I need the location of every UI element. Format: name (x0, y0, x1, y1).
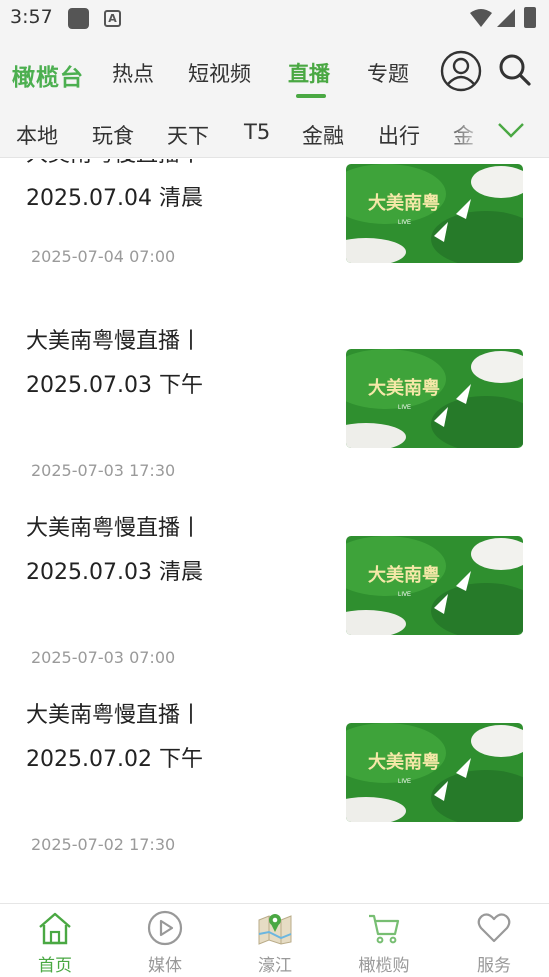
status-bar: 3:57 A (0, 0, 549, 36)
svg-text:大美南粤: 大美南粤 (368, 377, 440, 398)
channel-bar: 本地 玩食 天下 T5 金融 出行 金 (0, 102, 549, 158)
tab-hot[interactable]: 热点 (112, 58, 154, 88)
battery-icon (524, 7, 536, 28)
bottom-nav-label: 首页 (38, 956, 72, 976)
list-item[interactable]: 大美南粤慢直播丨 2025.07.04 清晨 2025-07-04 07:00 … (0, 159, 549, 320)
item-title: 大美南粤慢直播丨 2025.07.03 下午 (26, 329, 203, 398)
video-thumbnail: 大美南粤 LIVE (346, 723, 523, 822)
heart-icon (477, 913, 511, 943)
item-title: 大美南粤慢直播丨 2025.07.03 清晨 (26, 516, 203, 585)
tab-short-video[interactable]: 短视频 (188, 58, 251, 88)
svg-text:大美南粤: 大美南粤 (368, 564, 440, 585)
video-thumbnail: 大美南粤 LIVE (346, 349, 523, 448)
keyboard-notification-icon: A (104, 10, 121, 27)
signal-icon (497, 9, 515, 27)
play-circle-icon (147, 910, 183, 946)
item-date: 2025-07-03 17:30 (31, 461, 176, 480)
bottom-nav-haojiang[interactable]: 濠江 (235, 904, 315, 977)
bottom-nav-media[interactable]: 媒体 (125, 904, 205, 977)
cart-icon (369, 914, 400, 944)
app-notification-icon (68, 8, 89, 29)
active-tab-indicator (296, 94, 326, 98)
bottom-nav-label: 服务 (477, 956, 511, 976)
tab-live[interactable]: 直播 (288, 58, 330, 88)
channel-world[interactable]: 天下 (167, 120, 209, 150)
channel-t5[interactable]: T5 (244, 120, 270, 144)
search-icon[interactable] (497, 52, 533, 88)
status-time: 3:57 (10, 6, 53, 28)
svg-text:大美南粤: 大美南粤 (368, 751, 440, 772)
channel-local[interactable]: 本地 (16, 120, 58, 150)
item-date: 2025-07-04 07:00 (31, 247, 176, 266)
item-date: 2025-07-02 17:30 (31, 835, 176, 854)
svg-text:LIVE: LIVE (398, 405, 411, 411)
top-nav: 橄榄台 热点 短视频 直播 专题 (0, 36, 549, 102)
video-list: 大美南粤慢直播丨 2025.07.04 清晨 2025-07-04 07:00 … (0, 159, 549, 903)
item-date: 2025-07-03 07:00 (31, 648, 176, 667)
svg-text:大美南粤: 大美南粤 (368, 192, 440, 213)
list-item[interactable]: 大美南粤慢直播丨 2025.07.03 清晨 2025-07-03 07:00 … (0, 507, 549, 694)
list-item[interactable]: 大美南粤慢直播丨 2025.07.03 下午 2025-07-03 17:30 … (0, 320, 549, 507)
chevron-down-icon[interactable] (497, 120, 525, 140)
channel-travel[interactable]: 出行 (378, 120, 420, 150)
video-thumbnail: 大美南粤 LIVE (346, 164, 523, 263)
bottom-nav-label: 濠江 (258, 956, 292, 976)
item-title: 大美南粤慢直播丨 2025.07.02 下午 (26, 703, 203, 772)
bottom-nav-label: 媒体 (148, 956, 182, 976)
svg-text:LIVE: LIVE (398, 592, 411, 598)
channel-fade (440, 102, 549, 157)
item-title: 大美南粤慢直播丨 2025.07.04 清晨 (26, 159, 203, 211)
user-icon[interactable] (440, 50, 482, 92)
list-item[interactable]: 大美南粤慢直播丨 2025.07.02 下午 2025-07-02 17:30 … (0, 694, 549, 881)
brand-logo[interactable]: 橄榄台 (12, 58, 84, 92)
channel-food[interactable]: 玩食 (92, 120, 134, 150)
bottom-nav: 首页 媒体 濠江 橄榄购 服务 (0, 903, 549, 977)
svg-text:LIVE: LIVE (398, 220, 411, 226)
channel-finance[interactable]: 金融 (302, 120, 344, 150)
bottom-nav-service[interactable]: 服务 (454, 904, 534, 977)
svg-text:LIVE: LIVE (398, 779, 411, 785)
bottom-nav-label: 橄榄购 (358, 956, 410, 976)
wifi-icon (470, 9, 492, 27)
bottom-nav-shop[interactable]: 橄榄购 (344, 904, 424, 977)
map-icon (258, 914, 292, 945)
bottom-nav-home[interactable]: 首页 (15, 904, 95, 977)
tab-topics[interactable]: 专题 (367, 58, 409, 88)
video-thumbnail: 大美南粤 LIVE (346, 536, 523, 635)
home-icon (39, 912, 71, 945)
